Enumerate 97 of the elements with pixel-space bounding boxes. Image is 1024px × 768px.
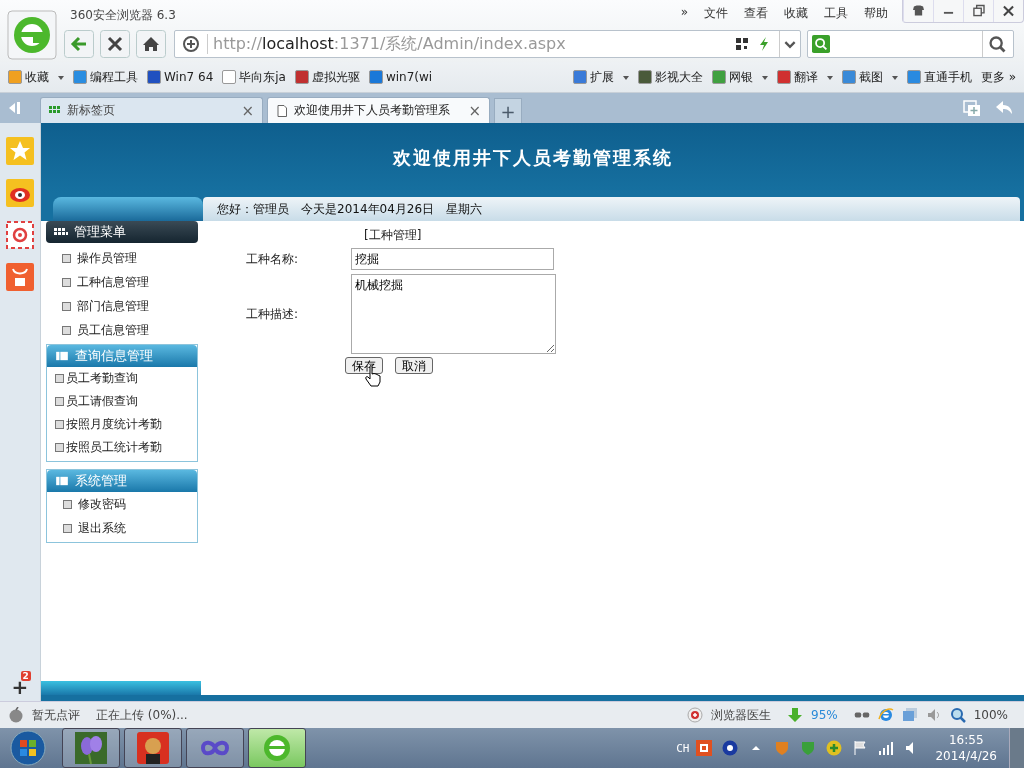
grid-icon	[54, 227, 68, 237]
menu-item[interactable]: 工种信息管理	[46, 270, 198, 294]
flag-icon[interactable]	[852, 740, 869, 756]
menu-item[interactable]: »	[680, 5, 688, 22]
toolbar-icon	[711, 70, 726, 84]
panel-icon	[55, 476, 69, 486]
greeting-text: 您好：管理员 今天是2014年04月26日 星期六	[216, 200, 483, 218]
menu-item[interactable]: 按照员工统计考勤	[47, 436, 197, 459]
field-label: 工种描述:	[246, 305, 300, 323]
taskbar-app[interactable]	[186, 728, 244, 768]
upload-status: 正在上传 (0%)...	[96, 706, 188, 724]
field-label: 工种名称:	[246, 250, 300, 268]
flower-icon	[75, 732, 107, 764]
menu-item[interactable]: 帮助	[864, 5, 888, 22]
search-engine-icon[interactable]	[812, 35, 830, 53]
menu-item[interactable]: 收藏	[784, 5, 808, 22]
form-heading: [工种管理]	[364, 227, 423, 244]
name-input-field[interactable]: 挖掘	[351, 248, 554, 270]
bookmark-icon	[294, 70, 309, 84]
bookmark-item[interactable]: 编程工具	[90, 68, 138, 86]
bookmark-item[interactable]: 毕向东ja	[239, 68, 286, 86]
menu-item[interactable]: 按照月度统计考勤	[47, 413, 197, 436]
bookmark-item[interactable]: win7(wi	[385, 70, 433, 84]
medical-cross-icon	[687, 707, 703, 723]
zoom-level[interactable]: 100%	[973, 708, 1008, 722]
notification-badge: 2	[20, 671, 31, 681]
address-field[interactable]: http://localhost:1371/系统/Admin/index.aspx	[174, 30, 801, 58]
start-button-icon[interactable]	[10, 730, 46, 766]
menu-item[interactable]: 员工信息管理	[46, 318, 198, 342]
browser-doctor-link[interactable]: 浏览器医生	[711, 706, 771, 724]
bookmark-icon	[73, 70, 87, 84]
bookmark-item[interactable]: 虚拟光驱	[311, 68, 360, 86]
apple-icon	[8, 707, 24, 723]
menu-item[interactable]: 员工请假查询	[47, 390, 197, 413]
menu-item[interactable]: 修改密码	[47, 492, 197, 516]
menu-item[interactable]: 操作员管理	[46, 246, 198, 270]
browser-tab[interactable]: 新标签页 ×	[40, 97, 263, 123]
form-button[interactable]: 取消	[395, 357, 433, 374]
shopping-bag-icon[interactable]	[6, 263, 34, 291]
home-icon[interactable]	[136, 30, 166, 58]
signal-bars-icon[interactable]	[878, 740, 895, 756]
input-language[interactable]: CH	[676, 741, 690, 755]
search-field[interactable]	[807, 30, 1014, 58]
page-title: 欢迎使用井下人员考勤管理系统	[392, 146, 673, 170]
panel-icon	[55, 351, 69, 361]
stop-icon[interactable]	[100, 30, 130, 58]
toolbar-icon	[841, 70, 856, 84]
toolbar-item[interactable]: 截图	[858, 68, 883, 86]
toolbar-item[interactable]: 翻译	[793, 68, 818, 86]
toolbar-icon	[776, 70, 791, 84]
toolbar-icon	[906, 70, 921, 84]
toolbar-icon	[637, 70, 652, 84]
windows-icon[interactable]	[901, 707, 918, 723]
more-link[interactable]: 更多 »	[980, 68, 1016, 86]
section-title: 系统管理	[75, 472, 127, 490]
bookmark-item[interactable]: 收藏	[25, 68, 49, 86]
download-arrow-icon	[787, 707, 803, 723]
menu-item[interactable]: 退出系统	[47, 516, 197, 540]
rating-text[interactable]: 暂无点评	[32, 706, 80, 724]
menu-item[interactable]: 员工考勤查询	[47, 367, 197, 390]
toolbar-item[interactable]: 网银	[728, 68, 753, 86]
menu-item[interactable]: 工具	[824, 5, 848, 22]
help-icon[interactable]	[722, 740, 739, 756]
page-icon	[276, 104, 288, 117]
bookmark-item[interactable]: Win7 64	[164, 70, 214, 84]
browser-tab[interactable]: 欢迎使用井下人员考勤管理系 ×	[267, 97, 490, 123]
taskbar-app[interactable]	[62, 728, 120, 768]
menu-item[interactable]: 查看	[744, 5, 768, 22]
menu-title: 管理菜单	[74, 223, 126, 241]
lightning-icon[interactable]	[757, 36, 771, 52]
speed-text: 95%	[811, 708, 838, 722]
browser-logo-icon	[7, 10, 57, 60]
toolbar-icon	[572, 70, 587, 84]
bookmark-icon	[8, 70, 22, 84]
bookmark-icon	[368, 70, 383, 84]
bookmark-icon	[147, 70, 161, 84]
speaker-icon[interactable]	[925, 707, 942, 723]
taskbar-app[interactable]	[124, 728, 182, 768]
url-text: http://localhost:1371/系统/Admin/index.aspx	[212, 33, 567, 55]
section-title: 查询信息管理	[75, 347, 153, 365]
description-text-area[interactable]: 机械挖掘	[351, 274, 556, 354]
plus-icon[interactable]	[826, 740, 843, 756]
qr-code-icon[interactable]	[735, 36, 749, 52]
menu-item[interactable]: 部门信息管理	[46, 294, 198, 318]
taskbar-app[interactable]	[248, 728, 306, 768]
zoom-icon[interactable]	[949, 707, 966, 723]
eye-logo-icon[interactable]	[6, 179, 34, 207]
toolbar-item[interactable]: 影视大全	[654, 68, 703, 86]
clock[interactable]: 16:55 2014/4/26	[935, 733, 997, 763]
new-tab-button[interactable]: +	[494, 98, 522, 123]
ie-logo-icon[interactable]	[877, 707, 894, 723]
menu-item[interactable]: 文件	[704, 5, 728, 22]
window-title: 360安全浏览器 6.3	[69, 7, 177, 24]
toolbar-item[interactable]: 直通手机	[923, 68, 972, 86]
browser-logo-icon	[261, 732, 293, 764]
toolbar-item[interactable]: 扩展	[589, 68, 614, 86]
bookmark-icon	[222, 70, 237, 84]
